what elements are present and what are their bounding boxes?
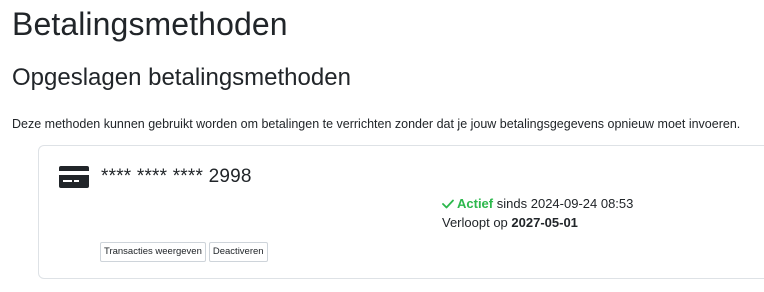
status-badge: Actief xyxy=(457,196,494,211)
view-transactions-button[interactable]: Transacties weergeven xyxy=(100,242,206,262)
expiry-label: Verloopt op xyxy=(442,215,508,230)
page: Betalingsmethoden Opgeslagen betalingsme… xyxy=(0,0,764,292)
section-title: Opgeslagen betalingsmethoden xyxy=(12,64,351,91)
payment-method-card: **** **** **** 2998 Actief sinds 2024-09… xyxy=(38,145,764,279)
section-description: Deze methoden kunnen gebruikt worden om … xyxy=(12,117,741,131)
card-actions: Transacties weergeven Deactiveren xyxy=(100,242,268,262)
expiry-date: 2027-05-01 xyxy=(511,215,578,230)
since-date: 2024-09-24 08:53 xyxy=(530,196,634,211)
card-number: **** **** **** 2998 xyxy=(101,166,252,187)
check-icon xyxy=(442,199,454,209)
page-title: Betalingsmethoden xyxy=(12,6,288,42)
since-label: sinds xyxy=(496,196,528,211)
expiry-line: Verloopt op 2027-05-01 xyxy=(442,214,578,232)
status-line: Actief sinds 2024-09-24 08:53 xyxy=(442,195,633,213)
credit-card-icon xyxy=(59,166,89,188)
deactivate-button[interactable]: Deactiveren xyxy=(208,242,268,262)
